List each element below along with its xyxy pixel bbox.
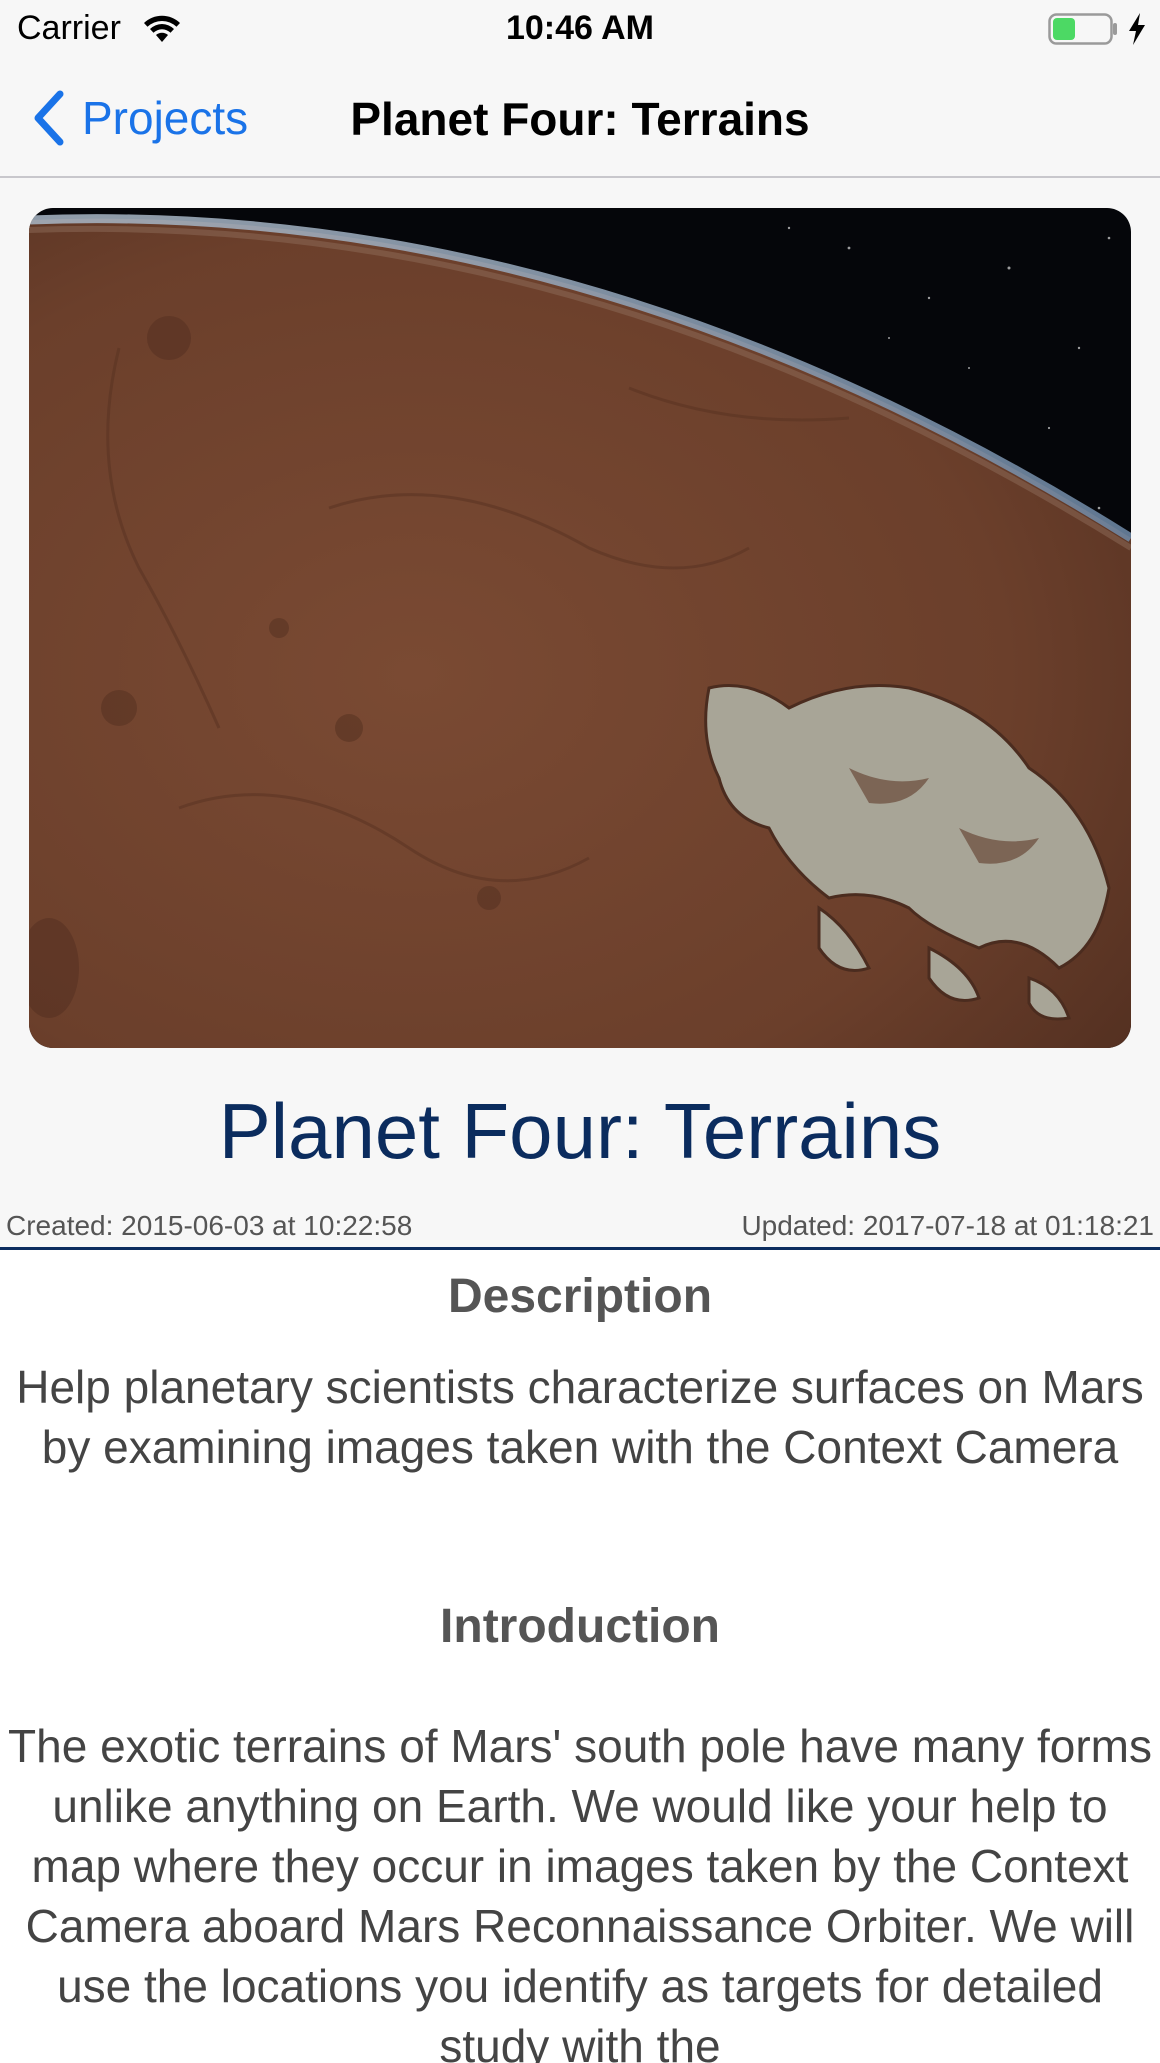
project-hero-image xyxy=(29,208,1131,1048)
charging-bolt-icon xyxy=(1129,13,1145,45)
status-time: 10:46 AM xyxy=(505,9,655,47)
introduction-heading: Introduction xyxy=(440,1600,720,1653)
project-detail-screen: Carrier 10:46 AM Projects Planet Four: T… xyxy=(0,0,1160,2063)
description-heading: Description xyxy=(447,1270,713,1323)
navigation-bar: Projects Planet Four: Terrains xyxy=(0,58,1160,178)
updated-timestamp: Updated: 2017-07-18 at 01:18:21 xyxy=(741,1210,1154,1241)
created-timestamp: Created: 2015-06-03 at 10:22:58 xyxy=(6,1210,413,1241)
status-bar: Carrier 10:46 AM xyxy=(0,0,1160,58)
introduction-text: The exotic terrains of Mars' south pole … xyxy=(8,1720,1152,2063)
nav-title: Planet Four: Terrains xyxy=(350,93,810,145)
description-text: Help planetary scientists characterize s… xyxy=(16,1361,1144,1473)
battery-icon xyxy=(1048,13,1117,45)
header-divider xyxy=(0,1247,1160,1250)
project-header: Planet Four: Terrains Created: 2015-06-0… xyxy=(0,178,1160,1250)
project-title: Planet Four: Terrains xyxy=(218,1087,942,1175)
